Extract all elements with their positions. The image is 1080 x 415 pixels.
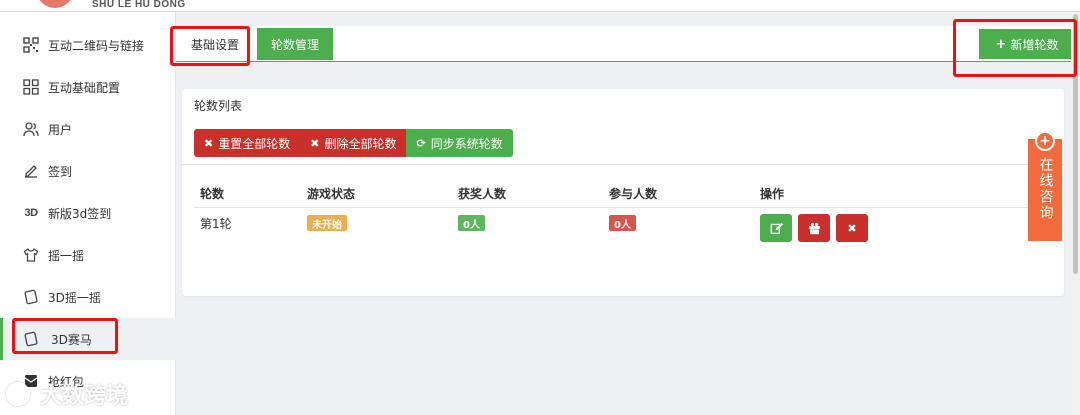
- action-button-group: ✖ 重置全部轮数 ✖ 删除全部轮数 ⟳ 同步系统轮数: [194, 129, 513, 157]
- reset-all-label: 重置全部轮数: [218, 136, 291, 151]
- tablet-icon: [22, 288, 40, 306]
- shirt-icon: [22, 246, 40, 264]
- column-header-participants: 参与人数: [609, 187, 658, 201]
- highlight-box: [953, 19, 1077, 77]
- sidebar-item-label: 用户: [48, 122, 73, 137]
- sync-rounds-button[interactable]: ⟳ 同步系统轮数: [406, 129, 513, 157]
- reset-all-rounds-button[interactable]: ✖ 重置全部轮数: [194, 129, 301, 157]
- close-icon: ✖: [204, 136, 214, 150]
- qr-code-icon: [22, 36, 40, 54]
- brand-subtitle: SHU LE HU DONG: [92, 0, 186, 10]
- sidebar-item-basic-config[interactable]: 互动基础配置: [0, 66, 176, 108]
- close-icon: ✖: [310, 136, 320, 150]
- top-header: SHU LE HU DONG: [0, 0, 1080, 12]
- online-consult-tab[interactable]: 在线咨询: [1028, 139, 1062, 241]
- winners-badge: 0人: [458, 215, 485, 231]
- close-icon: ✖: [847, 221, 857, 235]
- sidebar-item-qr-links[interactable]: 互动二维码与链接: [0, 24, 176, 66]
- sidebar-item-label: 新版3d签到: [48, 206, 112, 221]
- column-header-status: 游戏状态: [307, 187, 356, 201]
- sidebar-item-shake[interactable]: 摇一摇: [0, 234, 176, 276]
- refresh-icon: ⟳: [416, 136, 426, 150]
- logo: [36, 0, 74, 8]
- users-icon: [22, 120, 40, 138]
- cell-round: 第1轮: [200, 217, 232, 231]
- tabs-bar: 基础设置 轮数管理 + 新增轮数: [176, 26, 1080, 62]
- delete-round-button[interactable]: ✖: [836, 214, 868, 242]
- 3d-icon: 3D: [24, 207, 38, 219]
- grid-icon: [22, 78, 40, 96]
- column-header-winners: 获奖人数: [458, 187, 507, 201]
- sidebar-item-label: 互动基础配置: [48, 80, 121, 95]
- edit-round-button[interactable]: [760, 214, 792, 242]
- edit-icon: [22, 162, 40, 180]
- delete-all-rounds-button[interactable]: ✖ 删除全部轮数: [300, 129, 407, 157]
- sidebar-item-users[interactable]: 用户: [0, 108, 176, 150]
- round-list-panel: 轮数列表 ✖ 重置全部轮数 ✖ 删除全部轮数 ⟳ 同步系统轮数 轮数 游戏状态 …: [182, 89, 1064, 296]
- watermark-text: 大数跨境: [40, 384, 129, 409]
- highlight-box: [12, 318, 118, 354]
- sidebar-item-label: 签到: [48, 164, 73, 179]
- sidebar-item-3d-checkin[interactable]: 3D 新版3d签到: [0, 192, 176, 234]
- watermark: 大数跨境: [6, 378, 128, 410]
- column-header-actions: 操作: [760, 187, 785, 201]
- prizes-button[interactable]: [798, 214, 830, 242]
- plus-icon[interactable]: +: [1035, 131, 1055, 151]
- edit-icon: [770, 222, 783, 234]
- sidebar-item-label: 摇一摇: [48, 248, 85, 263]
- status-badge: 未开始: [307, 215, 347, 231]
- gift-icon: [808, 222, 820, 234]
- participants-badge: 0人: [609, 215, 636, 231]
- highlight-box: [170, 26, 250, 66]
- delete-all-label: 删除全部轮数: [324, 136, 397, 151]
- table-header-divider: [194, 207, 1062, 208]
- sidebar-item-label: 3D摇一摇: [48, 290, 101, 305]
- sidebar: 互动二维码与链接 互动基础配置 用户 签到 3D 新版3d签到 摇一摇 3D摇一…: [0, 12, 176, 415]
- panel-title: 轮数列表: [194, 99, 243, 113]
- sidebar-item-3d-shake[interactable]: 3D摇一摇: [0, 276, 176, 318]
- divider: [182, 164, 1064, 165]
- watermark-logo-icon: [6, 382, 30, 406]
- tab-round-management[interactable]: 轮数管理: [257, 28, 333, 60]
- consult-label: 在线咨询: [1037, 157, 1054, 221]
- sidebar-item-checkin[interactable]: 签到: [0, 150, 176, 192]
- column-header-round: 轮数: [200, 187, 225, 201]
- sync-label: 同步系统轮数: [430, 136, 503, 151]
- sidebar-item-label: 互动二维码与链接: [48, 38, 145, 53]
